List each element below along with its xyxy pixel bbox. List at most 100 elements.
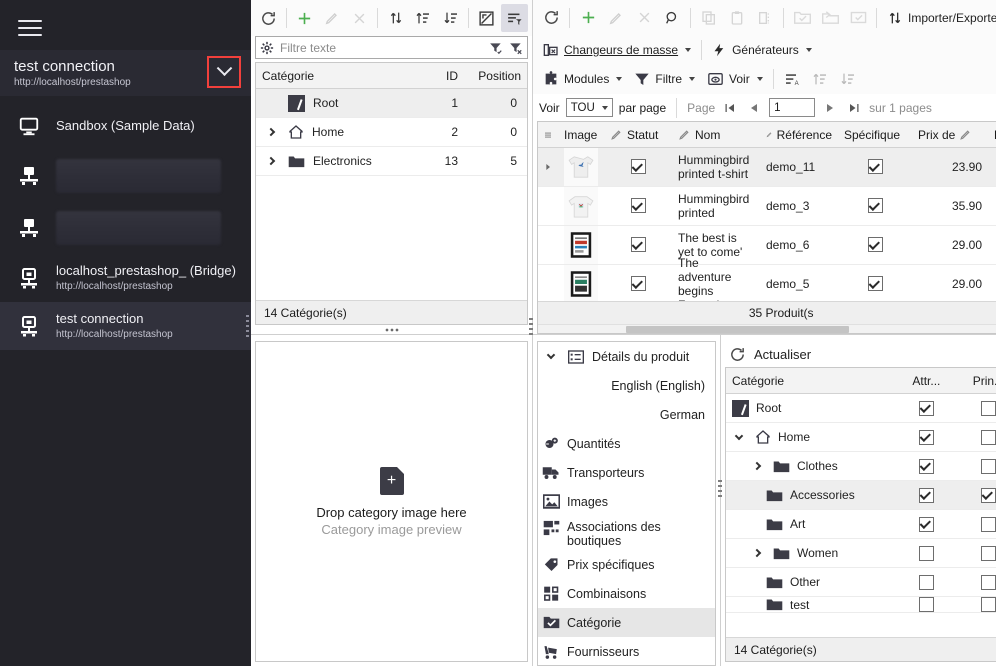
details-header[interactable]: Détails du produit	[538, 342, 715, 371]
checkbox[interactable]	[918, 429, 934, 445]
checkbox[interactable]	[867, 159, 883, 175]
checkbox[interactable]	[630, 198, 646, 214]
checkbox[interactable]	[918, 458, 934, 474]
approve-icon[interactable]	[844, 4, 872, 32]
table-row[interactable]: Electronics 13 5	[256, 147, 527, 176]
checkbox[interactable]	[630, 237, 646, 253]
checkbox[interactable]	[918, 400, 934, 416]
tree-expander[interactable]	[748, 548, 766, 558]
assoc-attr-cell[interactable]	[895, 597, 957, 612]
connection-dropdown-button[interactable]	[207, 56, 241, 88]
assoc-main-cell[interactable]	[957, 574, 996, 590]
table-row[interactable]: The adventure begins Framed demo_5 29.00	[538, 256, 996, 301]
assoc-main-cell[interactable]	[957, 597, 996, 612]
assoc-main-cell[interactable]	[957, 458, 996, 474]
refresh-icon[interactable]	[537, 4, 565, 32]
details-item-german[interactable]: German	[538, 400, 715, 429]
checkbox[interactable]	[867, 237, 883, 253]
product-status[interactable]	[604, 159, 672, 175]
category-panel-splitter[interactable]	[251, 325, 532, 334]
column-header-p[interactable]: P	[988, 128, 996, 142]
edit-icon[interactable]	[319, 4, 346, 32]
next-page-button[interactable]	[821, 99, 839, 117]
details-item-categorie[interactable]: Catégorie	[538, 608, 715, 637]
checkbox[interactable]	[918, 574, 934, 590]
paste-icon[interactable]	[723, 4, 751, 32]
details-item-transporteurs[interactable]: Transporteurs	[538, 458, 715, 487]
first-page-button[interactable]	[721, 99, 739, 117]
table-row[interactable]: test	[726, 597, 996, 613]
assoc-attr-cell[interactable]	[895, 487, 957, 503]
product-grid-hscrollbar[interactable]	[538, 324, 996, 334]
tree-expander[interactable]	[262, 127, 280, 137]
product-specific[interactable]	[838, 159, 912, 175]
assoc-attr-cell[interactable]	[895, 574, 957, 590]
table-row[interactable]: Root 1 0	[256, 89, 527, 118]
checkbox[interactable]	[980, 597, 996, 612]
details-item-associations[interactable]: Associations des boutiques	[538, 516, 715, 550]
tree-expander[interactable]	[730, 431, 748, 442]
details-item-images[interactable]: Images	[538, 487, 715, 516]
row-expander[interactable]	[538, 163, 558, 171]
assoc-main-cell[interactable]	[957, 516, 996, 532]
column-header-prix-de[interactable]: Prix de	[912, 128, 988, 142]
checkbox[interactable]	[980, 400, 996, 416]
sidebar-item-bridge[interactable]: localhost_prestashop_ (Bridge) http://lo…	[0, 254, 251, 302]
table-row[interactable]: The best is yet to come' demo_6 29.00	[538, 225, 996, 265]
sidebar-item-redacted-1[interactable]	[0, 150, 251, 202]
checkbox[interactable]	[980, 545, 996, 561]
column-header-specifique[interactable]: Spécifique	[838, 128, 912, 142]
search-input[interactable]: Filtre texte	[280, 41, 483, 55]
product-status[interactable]	[604, 276, 672, 292]
column-header-image[interactable]: Image	[558, 128, 604, 142]
table-row[interactable]: Root	[726, 394, 996, 423]
table-row[interactable]: Hummingbird printed t-shirt demo_11 23.9…	[538, 147, 996, 187]
sidebar-item-redacted-2[interactable]	[0, 202, 251, 254]
delete-icon[interactable]	[346, 4, 373, 32]
checkbox[interactable]	[980, 516, 996, 532]
row-menu-icon[interactable]	[538, 130, 558, 140]
modules-button[interactable]: Modules	[537, 69, 628, 89]
product-status[interactable]	[604, 198, 672, 214]
assoc-main-cell[interactable]	[957, 545, 996, 561]
product-status[interactable]	[604, 237, 672, 253]
table-row[interactable]: Hummingbird printed demo_3 35.90	[538, 186, 996, 226]
column-header-attr[interactable]: Attr...	[895, 374, 957, 388]
sort-asc-icon[interactable]	[410, 4, 437, 32]
checkbox[interactable]	[918, 487, 934, 503]
checkbox[interactable]	[980, 487, 996, 503]
filter-clear-icon[interactable]	[509, 41, 523, 55]
product-specific[interactable]	[838, 198, 912, 214]
prev-page-button[interactable]	[745, 99, 763, 117]
checkbox[interactable]	[630, 276, 646, 292]
tree-expander[interactable]	[748, 461, 766, 471]
table-row[interactable]: Clothes	[726, 452, 996, 481]
scrollbar-thumb[interactable]	[625, 326, 850, 334]
column-header-categorie[interactable]: Catégorie	[256, 69, 414, 83]
table-row[interactable]: Art	[726, 510, 996, 539]
checkbox[interactable]	[980, 429, 996, 445]
assoc-attr-cell[interactable]	[895, 545, 957, 561]
vertical-splitter-handle[interactable]	[529, 318, 533, 336]
column-header-reference[interactable]: Référence	[760, 128, 838, 142]
page-number-input[interactable]: 1	[769, 98, 816, 118]
details-item-quantites[interactable]: Quantités	[538, 429, 715, 458]
edit-icon[interactable]	[602, 4, 630, 32]
details-item-fournisseurs[interactable]: Fournisseurs	[538, 637, 715, 665]
assoc-attr-cell[interactable]	[895, 400, 957, 416]
move-updown-icon[interactable]	[382, 4, 409, 32]
add-icon[interactable]	[291, 4, 318, 32]
table-row[interactable]: Other	[726, 568, 996, 597]
assoc-attr-cell[interactable]	[895, 516, 957, 532]
refresh-label[interactable]: Actualiser	[754, 347, 811, 362]
checkbox[interactable]	[918, 545, 934, 561]
export-image-icon[interactable]	[473, 4, 500, 32]
category-filter-bar[interactable]: Filtre texte	[255, 36, 528, 59]
tree-expander[interactable]	[262, 156, 280, 166]
mass-changers-button[interactable]: Changeurs de masse	[537, 40, 697, 60]
sort-asc-icon[interactable]	[806, 65, 834, 93]
sidebar-item-sandbox[interactable]: Sandbox (Sample Data)	[0, 102, 251, 150]
search-icon[interactable]	[658, 4, 686, 32]
table-row[interactable]: Home	[726, 423, 996, 452]
sidebar-item-test-connection[interactable]: test connection http://localhost/prestas…	[0, 302, 251, 350]
